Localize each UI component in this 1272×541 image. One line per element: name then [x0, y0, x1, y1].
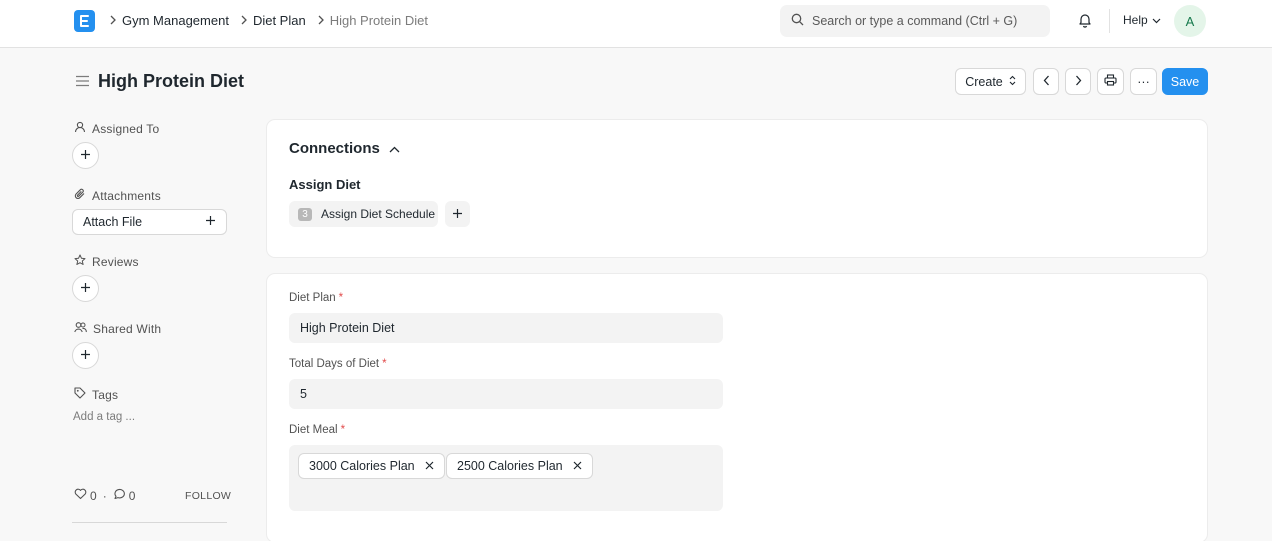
total-days-label: Total Days of Diet *	[289, 358, 387, 370]
plus-icon	[452, 207, 463, 222]
reviews-text: Reviews	[92, 254, 139, 269]
attach-file-button[interactable]: Attach File	[72, 209, 227, 235]
tag-icon	[74, 387, 92, 402]
plus-icon	[80, 148, 91, 163]
breadcrumb-gym-management[interactable]: Gym Management	[122, 13, 229, 28]
more-actions-button[interactable]: ···	[1130, 68, 1157, 95]
search-input[interactable]: Search or type a command (Ctrl + G)	[780, 5, 1050, 37]
app-logo-icon[interactable]	[74, 10, 95, 32]
breadcrumb: Gym Management Diet Plan High Protein Di…	[104, 0, 434, 40]
plus-icon	[80, 348, 91, 363]
diet-plan-field[interactable]: High Protein Diet	[289, 313, 723, 343]
chevron-up-icon	[380, 140, 400, 157]
shared-with-text: Shared With	[93, 321, 162, 336]
navbar-divider	[1109, 9, 1110, 33]
total-days-field[interactable]: 5	[289, 379, 723, 409]
add-review-button[interactable]	[72, 275, 99, 302]
tags-label: Tags	[74, 387, 118, 402]
paperclip-icon	[74, 188, 92, 203]
follow-button[interactable]: FOLLOW	[185, 490, 231, 502]
add-assign-diet-schedule-button[interactable]	[445, 201, 470, 227]
users-icon	[74, 321, 93, 336]
diet-meal-chip: 3000 Calories Plan	[298, 453, 445, 479]
chevron-right-icon	[235, 15, 253, 25]
diet-meal-label: Diet Meal *	[289, 424, 345, 436]
diet-plan-label: Diet Plan *	[289, 292, 343, 304]
plus-icon	[80, 281, 91, 296]
breadcrumb-diet-plan[interactable]: Diet Plan	[253, 13, 306, 28]
shared-with-label: Shared With	[74, 321, 161, 336]
required-indicator: *	[338, 292, 344, 304]
attach-file-label: Attach File	[83, 215, 143, 229]
search-icon	[791, 13, 812, 29]
notification-bell-icon[interactable]	[1077, 12, 1093, 32]
create-button[interactable]: Create	[955, 68, 1026, 95]
chevron-right-icon	[312, 15, 330, 25]
page-title: High Protein Diet	[98, 71, 245, 91]
sidebar-toggle-icon[interactable]	[75, 75, 90, 90]
connections-title: Connections	[289, 140, 380, 157]
top-navbar: Gym Management Diet Plan High Protein Di…	[0, 0, 1272, 48]
required-indicator: *	[340, 424, 346, 436]
plus-icon	[205, 215, 216, 229]
reviews-label: Reviews	[74, 254, 139, 269]
tags-text: Tags	[92, 387, 119, 402]
chevron-left-icon	[1043, 75, 1050, 89]
heart-icon[interactable]	[74, 488, 90, 503]
close-icon[interactable]	[563, 459, 582, 473]
previous-record-button[interactable]	[1033, 68, 1059, 95]
diet-plan-label-text: Diet Plan	[289, 292, 336, 304]
connections-section-toggle[interactable]: Connections	[289, 140, 400, 157]
chip-label: 3000 Calories Plan	[309, 459, 415, 473]
total-days-label-text: Total Days of Diet	[289, 358, 380, 370]
link-count-badge: 3	[298, 207, 312, 221]
assigned-to-text: Assigned To	[92, 121, 160, 136]
attachments-label: Attachments	[74, 188, 161, 203]
chip-label: 2500 Calories Plan	[457, 459, 563, 473]
connections-card	[266, 119, 1208, 258]
star-icon	[74, 254, 92, 269]
sidebar-divider	[72, 522, 227, 523]
diet-meal-chip: 2500 Calories Plan	[446, 453, 593, 479]
user-icon	[74, 121, 92, 136]
attachments-text: Attachments	[92, 188, 161, 203]
close-icon[interactable]	[415, 459, 434, 473]
add-share-button[interactable]	[72, 342, 99, 369]
help-dropdown[interactable]: Help	[1123, 13, 1161, 27]
separator-dot: ·	[102, 488, 107, 503]
breadcrumb-current[interactable]: High Protein Diet	[330, 13, 428, 28]
assigned-to-label: Assigned To	[74, 121, 159, 136]
create-label: Create	[965, 74, 1003, 89]
diet-meal-label-text: Diet Meal	[289, 424, 338, 436]
comments-count: 0	[128, 488, 136, 503]
select-arrows-icon	[1003, 75, 1016, 89]
required-indicator: *	[382, 358, 387, 370]
add-tag-link[interactable]: Add a tag ...	[73, 411, 135, 423]
print-button[interactable]	[1097, 68, 1124, 95]
link-label: Assign Diet Schedule	[321, 207, 436, 221]
chevron-right-icon	[1075, 75, 1082, 89]
save-button[interactable]: Save	[1162, 68, 1208, 95]
chevron-right-icon	[104, 15, 122, 25]
chevron-down-icon	[1148, 13, 1161, 27]
next-record-button[interactable]	[1065, 68, 1091, 95]
add-assignee-button[interactable]	[72, 142, 99, 169]
comment-icon[interactable]	[113, 488, 129, 503]
assign-diet-schedule-link[interactable]: 3 Assign Diet Schedule	[289, 201, 438, 227]
assign-diet-group-label: Assign Diet	[289, 177, 361, 192]
help-label: Help	[1123, 13, 1148, 27]
search-placeholder: Search or type a command (Ctrl + G)	[812, 14, 1018, 28]
user-avatar[interactable]: A	[1174, 5, 1206, 37]
printer-icon	[1104, 74, 1117, 89]
social-counts: 0 · 0	[74, 488, 135, 503]
likes-count: 0	[90, 488, 97, 503]
